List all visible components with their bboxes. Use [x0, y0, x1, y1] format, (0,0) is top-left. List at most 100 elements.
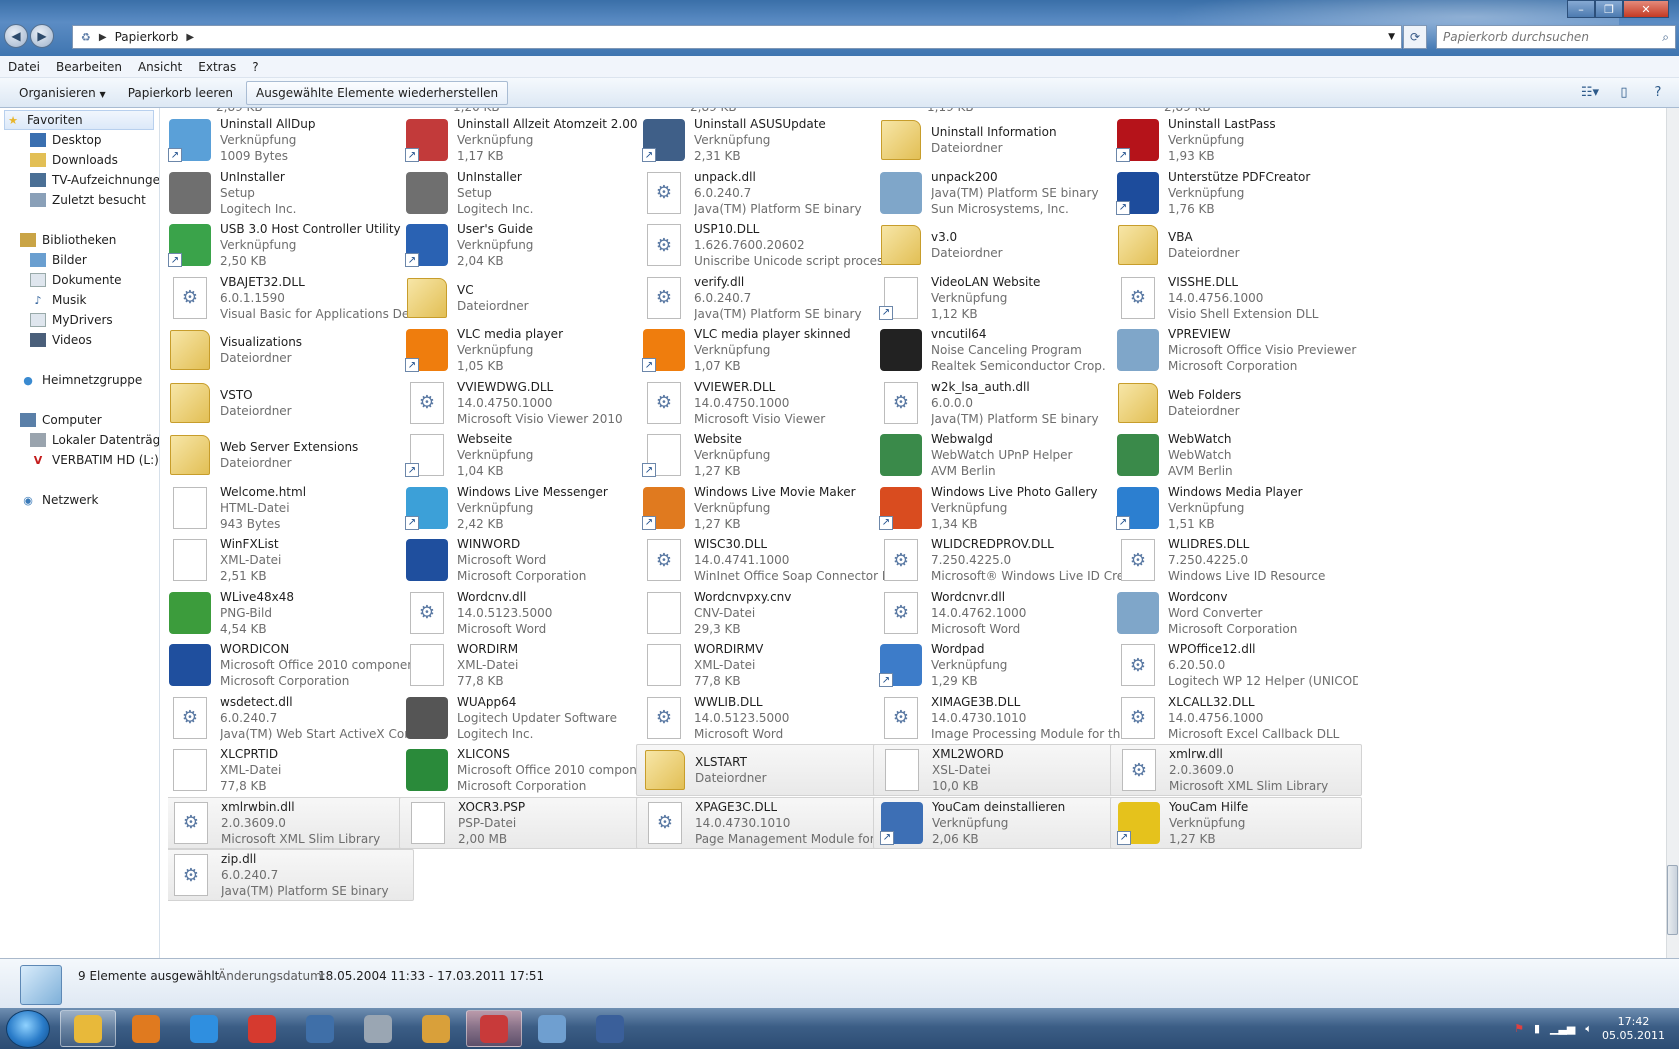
menu-ansicht[interactable]: Ansicht [138, 60, 182, 74]
help-icon[interactable]: ? [1647, 82, 1669, 102]
minimize-button[interactable]: – [1567, 0, 1595, 18]
file-item[interactable]: VPREVIEW Microsoft Office Visio Previewer… [1110, 324, 1362, 376]
file-item[interactable]: ⚙ xmlrw.dll 2.0.3609.0 Microsoft XML Slim L… [1110, 744, 1362, 796]
file-item[interactable]: ⚙ WPOffice12.dll 6.20.50.0 Logitech WP 12 H… [1110, 639, 1362, 691]
nav-downloads[interactable]: Downloads [30, 150, 118, 170]
file-item[interactable]: ⚙ WWLIB.DLL 14.0.5123.5000 Microsoft Word [636, 692, 888, 744]
file-item[interactable]: WebWatch WebWatch AVM Berlin [1110, 429, 1362, 481]
file-item[interactable]: ⚙ xmlrwbin.dll 2.0.3609.0 Microsoft XML Sli… [168, 796, 414, 849]
file-item[interactable]: XLICONS Microsoft Office 2010 component Mi… [399, 744, 651, 796]
file-item[interactable]: WLive48x48 PNG-Bild 4,54 KB [168, 587, 414, 639]
file-item[interactable]: ⚙ XLCALL32.DLL 14.0.4756.1000 Microsoft Exc… [1110, 692, 1362, 744]
file-item[interactable]: ⚙ zip.dll 6.0.240.7 Java(TM) Platform SE bi… [168, 849, 414, 901]
file-item[interactable]: WUApp64 Logitech Updater Software Logitech… [399, 692, 651, 744]
file-item[interactable]: Webwalgd WebWatch UPnP Helper AVM Berlin [873, 429, 1125, 481]
search-icon[interactable]: ⌕ [1662, 30, 1669, 45]
nav-documents[interactable]: Dokumente [30, 270, 122, 290]
taskbar-button[interactable] [292, 1010, 348, 1047]
file-item[interactable]: ↗ User's Guide Verknüpfung 2,04 KB [399, 219, 651, 271]
taskbar-button[interactable] [176, 1010, 232, 1047]
view-options-icon[interactable]: ☷▾ [1579, 82, 1601, 102]
file-item[interactable]: ⚙ WLIDCREDPROV.DLL 7.250.4225.0 Microsoft® … [873, 534, 1125, 586]
file-item[interactable]: VC Dateiordner [399, 272, 651, 324]
file-item[interactable]: ↗ Unterstütze PDFCreator Verknüpfung 1,76 K… [1110, 167, 1362, 219]
file-item[interactable]: ⚙ wsdetect.dll 6.0.240.7 Java(TM) Web Start… [168, 692, 414, 744]
breadcrumb-chevron-icon[interactable]: ▶ [186, 32, 194, 43]
file-item[interactable]: WinFXList XML-Datei 2,51 KB [168, 534, 414, 586]
file-item[interactable]: ⚙ WLIDRES.DLL 7.250.4225.0 Windows Live ID … [1110, 534, 1362, 586]
address-dropdown-icon[interactable]: ▼ [1388, 32, 1395, 42]
file-item[interactable]: XLCPRTID XML-Datei 77,8 KB [168, 744, 414, 796]
file-item[interactable]: XML2WORD XSL-Datei 10,0 KB [873, 744, 1125, 796]
file-item[interactable]: ↗ USB 3.0 Host Controller Utility Verknüpf… [168, 219, 414, 271]
signal-icon[interactable]: ▁▃▅ [1550, 1022, 1575, 1035]
maximize-button[interactable]: ❐ [1595, 0, 1623, 18]
taskbar-button[interactable] [118, 1010, 174, 1047]
file-item[interactable]: ↗ Website Verknüpfung 1,27 KB [636, 429, 888, 481]
file-item[interactable]: ⚙ VVIEWER.DLL 14.0.4750.1000 Microsoft Visi… [636, 377, 888, 429]
file-item[interactable]: UnInstaller Setup Logitech Inc. [168, 167, 414, 219]
file-item[interactable]: WORDIRMV XML-Datei 77,8 KB [636, 639, 888, 691]
breadcrumb-item[interactable]: Papierkorb [115, 30, 179, 44]
back-button[interactable]: ◀ [4, 24, 28, 48]
file-item[interactable]: ↗ Uninstall LastPass Verknüpfung 1,93 KB [1110, 114, 1362, 166]
file-item[interactable]: Web Folders Dateiordner [1110, 377, 1362, 429]
taskbar-button[interactable] [60, 1010, 116, 1047]
file-item[interactable]: ⚙ USP10.DLL 1.626.7600.20602 Uniscribe Unic… [636, 219, 888, 271]
file-item[interactable]: Uninstall Information Dateiordner [873, 114, 1125, 166]
file-item[interactable]: ⚙ WISC30.DLL 14.0.4741.1000 WinInet Office … [636, 534, 888, 586]
nav-favorites[interactable]: ★ Favoriten [4, 110, 154, 130]
file-item[interactable]: ↗ Windows Live Movie Maker Verknüpfung 1,27… [636, 482, 888, 534]
file-item[interactable]: VBA Dateiordner [1110, 219, 1362, 271]
empty-recycle-bin-button[interactable]: Papierkorb leeren [119, 82, 242, 104]
nav-pictures[interactable]: Bilder [30, 250, 87, 270]
nav-network[interactable]: ◉ Netzwerk [20, 490, 98, 510]
file-item[interactable]: WORDICON Microsoft Office 2010 component M… [168, 639, 414, 691]
taskbar-button[interactable] [350, 1010, 406, 1047]
taskbar-button[interactable] [582, 1010, 638, 1047]
file-item[interactable]: v3.0 Dateiordner [873, 219, 1125, 271]
menu-bearbeiten[interactable]: Bearbeiten [56, 60, 122, 74]
network-tray-icon[interactable]: ▮ [1534, 1022, 1540, 1035]
file-item[interactable]: UnInstaller Setup Logitech Inc. [399, 167, 651, 219]
file-item[interactable]: ⚙ Wordcnv.dll 14.0.5123.5000 Microsoft Word [399, 587, 651, 639]
file-item[interactable]: XLSTART Dateiordner [636, 744, 888, 796]
search-input[interactable] [1443, 30, 1643, 44]
volume-icon[interactable]: 🔈︎ [1585, 1022, 1592, 1036]
file-item[interactable]: WORDIRM XML-Datei 77,8 KB [399, 639, 651, 691]
file-item[interactable]: unpack200 Java(TM) Platform SE binary Sun … [873, 167, 1125, 219]
scrollbar-thumb[interactable] [1667, 865, 1678, 935]
flag-icon[interactable]: ⚑ [1514, 1022, 1524, 1035]
file-item[interactable]: ⚙ VVIEWDWG.DLL 14.0.4750.1000 Microsoft Vis… [399, 377, 651, 429]
file-item[interactable]: Welcome.html HTML-Datei 943 Bytes [168, 482, 414, 534]
file-item[interactable]: ↗ Windows Media Player Verknüpfung 1,51 KB [1110, 482, 1362, 534]
preview-pane-icon[interactable]: ▯ [1613, 82, 1635, 102]
address-bar[interactable]: ♻ ▶ Papierkorb ▶ ▼ [72, 25, 1402, 49]
nav-music[interactable]: ♪ Musik [30, 290, 86, 310]
file-item[interactable]: Wordcnvpxy.cnv CNV-Datei 29,3 KB [636, 587, 888, 639]
file-item[interactable]: ⚙ verify.dll 6.0.240.7 Java(TM) Platform SE… [636, 272, 888, 324]
file-item[interactable]: Web Server Extensions Dateiordner [168, 429, 414, 481]
file-item[interactable]: ↗ VLC media player Verknüpfung 1,05 KB [399, 324, 651, 376]
nav-recent[interactable]: Zuletzt besucht [30, 190, 146, 210]
file-item[interactable]: ⚙ XPAGE3C.DLL 14.0.4730.1010 Page Managemen… [636, 796, 888, 849]
organize-button[interactable]: Organisieren ▼ [10, 82, 115, 104]
nav-verbatim[interactable]: V VERBATIM HD (L:) [30, 450, 159, 470]
file-item[interactable]: ⚙ unpack.dll 6.0.240.7 Java(TM) Platform SE… [636, 167, 888, 219]
taskbar-button[interactable] [466, 1010, 522, 1047]
file-item[interactable]: ⚙ VBAJET32.DLL 6.0.1.1590 Visual Basic for … [168, 272, 414, 324]
refresh-button[interactable]: ⟳ [1403, 25, 1427, 49]
file-item[interactable]: ↗ Uninstall AllDup Verknüpfung 1009 Bytes [168, 114, 414, 166]
vertical-scrollbar[interactable] [1666, 108, 1679, 958]
breadcrumb-separator[interactable]: ▶ [99, 32, 107, 43]
menu-extras[interactable]: Extras [198, 60, 236, 74]
file-item[interactable]: vncutil64 Noise Canceling Program Realtek … [873, 324, 1125, 376]
taskbar-button[interactable] [234, 1010, 290, 1047]
file-item[interactable]: ↗ Windows Live Messenger Verknüpfung 2,42 K… [399, 482, 651, 534]
nav-libraries[interactable]: Bibliotheken [20, 230, 116, 250]
file-item[interactable]: ↗ Webseite Verknüpfung 1,04 KB [399, 429, 651, 481]
nav-mydrivers[interactable]: MyDrivers [30, 310, 113, 330]
nav-local-disk[interactable]: Lokaler Datenträger [30, 430, 159, 450]
nav-videos[interactable]: Videos [30, 330, 92, 350]
start-button[interactable] [6, 1010, 50, 1048]
